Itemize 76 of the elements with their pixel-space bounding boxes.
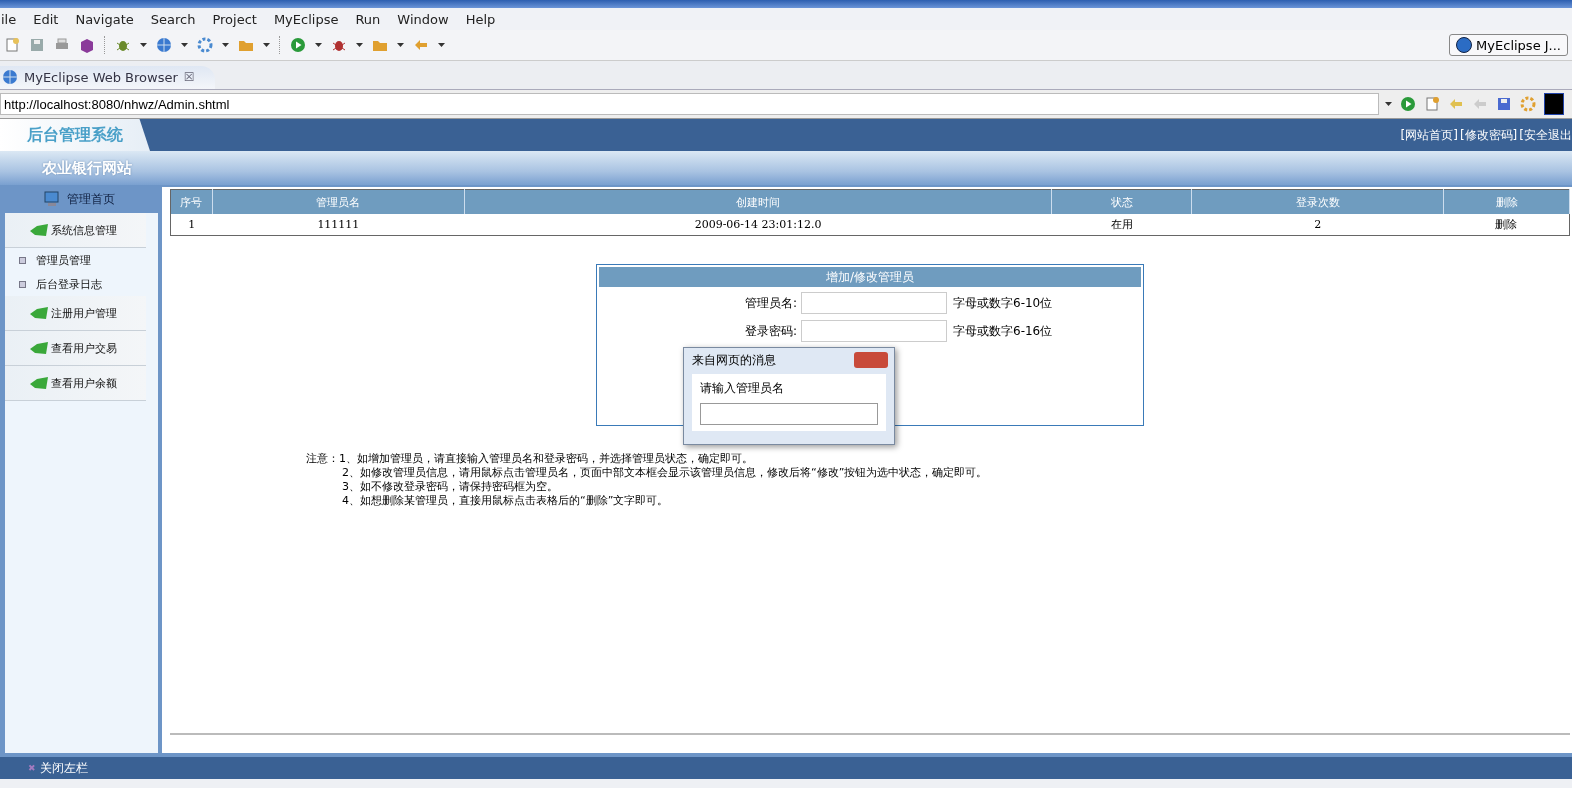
- delete-link[interactable]: 删除: [1495, 218, 1518, 231]
- input-field[interactable]: [801, 320, 947, 342]
- address-field[interactable]: http://localhost:8080/nhwz/Admin.shtml: [0, 93, 1379, 115]
- box-icon[interactable]: [79, 37, 95, 53]
- site-logo: 后台管理系统: [0, 119, 150, 151]
- note-text: 3、如不修改登录密码，请保持密码框为空。: [341, 480, 559, 494]
- caret-icon[interactable]: [181, 43, 188, 47]
- editor-tab[interactable]: MyEclipse Web Browser ☒: [0, 66, 215, 89]
- play-icon[interactable]: [290, 37, 306, 53]
- column-header: 状态: [1051, 189, 1192, 214]
- site-subtitle: 农业银行网站: [42, 158, 132, 178]
- menu-item[interactable]: MyEclipse: [272, 11, 340, 27]
- menu-item[interactable]: Navigate: [74, 11, 135, 27]
- caret-icon[interactable]: [356, 43, 363, 47]
- header-link[interactable]: [修改密码]: [1459, 126, 1518, 144]
- column-header: 序号: [170, 189, 213, 214]
- perspective-button[interactable]: MyEclipse J...: [1449, 34, 1568, 56]
- home-link[interactable]: 管理首页: [67, 190, 115, 208]
- bullet-icon: [19, 280, 26, 288]
- table-cell: 111111: [212, 214, 465, 236]
- note-text: 4、如想删除某管理员，直接用鼠标点击表格后的“删除”文字即可。: [341, 494, 670, 508]
- globe-icon[interactable]: [2, 69, 18, 85]
- sidebar-group[interactable]: 系统信息管理: [5, 213, 146, 248]
- field-label: 登录密码:: [743, 322, 797, 340]
- table-cell: 2: [1191, 214, 1444, 236]
- leaf-icon: [29, 223, 49, 237]
- input-field[interactable]: [700, 403, 878, 425]
- menu-item[interactable]: ile: [0, 11, 18, 27]
- column-header: 创建时间: [464, 189, 1052, 214]
- sidebar-group[interactable]: 注册用户管理: [5, 296, 146, 331]
- caret-icon[interactable]: [263, 43, 270, 47]
- input-field[interactable]: [801, 292, 947, 314]
- leaf-icon: [29, 376, 49, 390]
- dialog-message: 请输入管理员名: [700, 380, 785, 397]
- menu-item[interactable]: Run: [354, 11, 382, 27]
- sidebar-group[interactable]: 查看用户交易: [5, 331, 146, 366]
- play-icon[interactable]: [1400, 96, 1416, 112]
- field-hint: 字母或数字6-10位: [953, 294, 1053, 312]
- column-header: 登录次数: [1191, 189, 1444, 214]
- field-hint: 字母或数字6-16位: [953, 322, 1053, 340]
- menu-item[interactable]: Edit: [32, 11, 60, 27]
- leaf-icon: [29, 341, 49, 355]
- close-button[interactable]: ☒: [183, 70, 195, 84]
- document-icon[interactable]: [4, 37, 20, 53]
- note-text: 注意：1、如增加管理员，请直接输入管理员名和登录密码，并选择管理员状态，确定即可。: [306, 452, 754, 466]
- menu-item[interactable]: Help: [464, 11, 497, 27]
- footer-link[interactable]: 关闭左栏: [39, 759, 88, 777]
- column-header: 管理员名: [212, 189, 465, 214]
- field-label: 管理员名:: [743, 294, 797, 312]
- menu-item[interactable]: Project: [211, 11, 258, 27]
- document-icon[interactable]: [1424, 96, 1440, 112]
- computer-icon: [43, 191, 61, 207]
- sidebar-link[interactable]: 后台登录日志: [36, 276, 102, 292]
- menu-item[interactable]: Window: [396, 11, 450, 27]
- caret-icon[interactable]: [315, 43, 322, 47]
- table-cell: 在用: [1051, 214, 1192, 236]
- column-header: 删除: [1443, 189, 1570, 214]
- menu-item[interactable]: Search: [149, 11, 197, 27]
- sidebar-link[interactable]: 管理员管理: [36, 252, 91, 268]
- leaf-icon: [29, 306, 49, 320]
- dialog-title: 来自网页的消息: [692, 351, 776, 369]
- note-text: 2、如修改管理员信息，请用鼠标点击管理员名，页面中部文本框会显示该管理员信息，修改后将“修改”按钮为选中状态，确定即可。: [341, 466, 988, 480]
- globe-icon[interactable]: [156, 37, 172, 53]
- table-cell: 2009-06-14 23:01:12.0: [464, 214, 1052, 236]
- header-link[interactable]: [安全退出: [1519, 126, 1572, 144]
- square-icon[interactable]: [1544, 93, 1564, 115]
- bullet-icon: [19, 256, 26, 264]
- caret-icon[interactable]: [222, 43, 229, 47]
- sidebar-group[interactable]: 查看用户余额: [5, 366, 146, 401]
- table-cell: 1: [170, 214, 213, 236]
- form-title: 增加/修改管理员: [599, 267, 1141, 287]
- caret-icon[interactable]: [397, 43, 404, 47]
- caret-icon[interactable]: [140, 43, 147, 47]
- caret-icon[interactable]: [1385, 102, 1392, 106]
- caret-icon[interactable]: [438, 43, 445, 47]
- header-link[interactable]: [网站首页]: [1400, 126, 1458, 144]
